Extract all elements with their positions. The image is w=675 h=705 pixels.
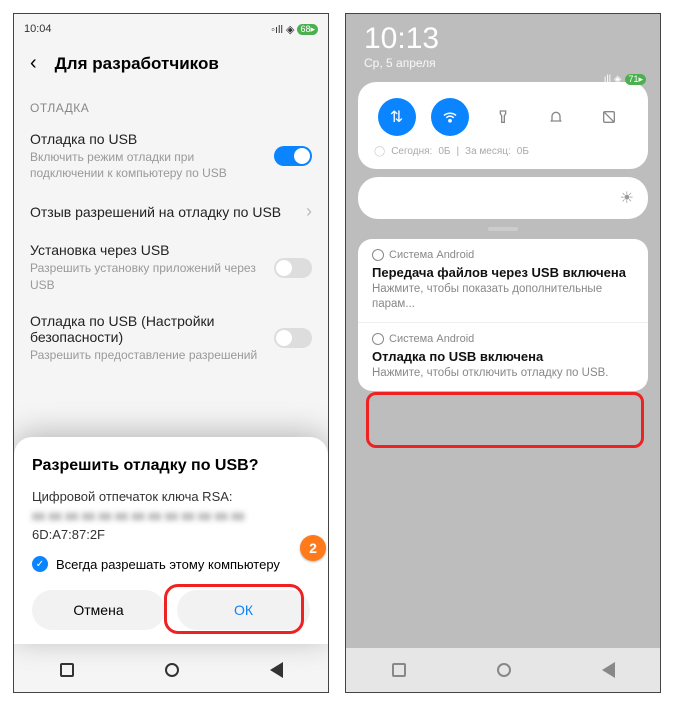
notif-subtitle: Нажмите, чтобы показать дополнительные п… (372, 282, 634, 312)
row-revoke-auth[interactable]: Отзыв разрешений на отладку по USB › (14, 191, 328, 232)
nav-back-icon[interactable] (602, 662, 615, 678)
nav-back-icon[interactable] (270, 662, 283, 678)
row-install-usb[interactable]: Установка через USB Разрешить установку … (14, 232, 328, 302)
gear-icon (372, 249, 384, 261)
notif-source: Система Android (389, 249, 474, 261)
row-title: Установка через USB (30, 242, 264, 258)
notif-subtitle: Нажмите, чтобы отключить отладку по USB. (372, 366, 634, 381)
page-title: Для разработчиков (55, 54, 219, 74)
row-subtitle: Разрешить установку приложений через USB (30, 260, 264, 292)
quick-settings-panel: ⇅ ◯ Сегодня: 0Б | За месяц: 0Б (358, 82, 648, 169)
data-usage-row[interactable]: ◯ Сегодня: 0Б | За месяц: 0Б (370, 146, 636, 157)
today-label: Сегодня: (391, 146, 432, 157)
notification-card: Система Android Передача файлов через US… (358, 239, 648, 391)
notif-source: Система Android (389, 333, 474, 345)
shade-handle[interactable] (488, 227, 518, 231)
gear-icon (372, 333, 384, 345)
month-value: 0Б (517, 146, 529, 157)
sun-icon: ☀ (620, 188, 634, 208)
row-subtitle: Разрешить предоставление разрешений (30, 347, 264, 363)
nav-recents-icon[interactable] (60, 663, 74, 677)
notif-source-row: Система Android (372, 333, 634, 345)
qs-wifi-icon[interactable] (431, 98, 469, 136)
ok-button[interactable]: ОК (177, 590, 310, 630)
annotation-badge: 2 (300, 535, 326, 561)
notification-item-usb-debug[interactable]: Отладка по USB включена Нажмите, чтобы о… (372, 349, 634, 381)
row-title: Отзыв разрешений на отладку по USB (30, 204, 296, 220)
back-icon[interactable]: ‹ (30, 52, 37, 75)
battery-indicator: 68▸ (297, 24, 318, 35)
dialog-title: Разрешить отладку по USB? (32, 457, 310, 475)
data-dot-icon: ◯ (374, 146, 385, 157)
qs-data-icon[interactable]: ⇅ (378, 98, 416, 136)
brightness-slider[interactable]: ☀ (358, 177, 648, 219)
toggle-usb-debugging[interactable] (274, 146, 312, 166)
toggle-usb-security[interactable] (274, 328, 312, 348)
always-allow-row[interactable]: ✓ Всегда разрешать этому компьютеру (32, 556, 310, 572)
status-time: 10:04 (24, 23, 52, 35)
battery-indicator: 71▸ (625, 74, 646, 85)
wifi-icon: ◦ıll ◈ (271, 23, 294, 36)
nav-home-icon[interactable] (165, 663, 179, 677)
separator (358, 322, 648, 323)
nav-bar (346, 648, 660, 692)
status-bar: 10:04 ◦ıll ◈ 68▸ (14, 14, 328, 44)
row-usb-security[interactable]: Отладка по USB (Настройки безопасности) … (14, 303, 328, 373)
notification-item-file-transfer[interactable]: Передача файлов через USB включена Нажми… (372, 265, 634, 312)
row-subtitle: Включить режим отладки при подключении к… (30, 149, 264, 181)
dialog-fingerprint-blur: xx xx xx xx xx xx xx xx xx xx xx xx xx (32, 508, 310, 523)
always-allow-label: Всегда разрешать этому компьютеру (56, 557, 280, 572)
row-title: Отладка по USB (30, 131, 264, 147)
notif-title: Передача файлов через USB включена (372, 265, 634, 280)
shade-time: 10:13 (364, 22, 642, 56)
row-title: Отладка по USB (Настройки безопасности) (30, 313, 264, 345)
dialog-fingerprint: 6D:A7:87:2F (32, 527, 310, 542)
qs-screenshot-icon[interactable] (590, 98, 628, 136)
month-label: За месяц: (465, 146, 511, 157)
usb-debug-dialog: Разрешить отладку по USB? Цифровой отпеч… (14, 437, 328, 644)
cancel-button[interactable]: Отмена (32, 590, 165, 630)
chevron-right-icon: › (306, 201, 312, 222)
nav-home-icon[interactable] (497, 663, 511, 677)
notification-shade: 10:13 Ср, 5 апреля ıll ◈ 71▸ ⇅ ◯ Сегодня… (346, 14, 660, 692)
nav-recents-icon[interactable] (392, 663, 406, 677)
header: ‹ Для разработчиков (14, 44, 328, 83)
qs-flashlight-icon[interactable] (484, 98, 522, 136)
nav-bar (14, 648, 328, 692)
today-value: 0Б (438, 146, 450, 157)
status-icons: ıll ◈ 71▸ (604, 74, 646, 85)
section-label: ОТЛАДКА (14, 83, 328, 121)
checkbox-checked-icon[interactable]: ✓ (32, 556, 48, 572)
signal-icon: ıll ◈ (604, 74, 622, 85)
toggle-install-usb[interactable] (274, 258, 312, 278)
notif-title: Отладка по USB включена (372, 349, 634, 364)
qs-bell-icon[interactable] (537, 98, 575, 136)
dialog-line-label: Цифровой отпечаток ключа RSA: (32, 489, 310, 504)
shade-date: Ср, 5 апреля (364, 56, 642, 70)
row-usb-debugging[interactable]: Отладка по USB Включить режим отладки пр… (14, 121, 328, 191)
notif-source-row: Система Android (372, 249, 634, 261)
annotation-highlight (366, 392, 644, 448)
